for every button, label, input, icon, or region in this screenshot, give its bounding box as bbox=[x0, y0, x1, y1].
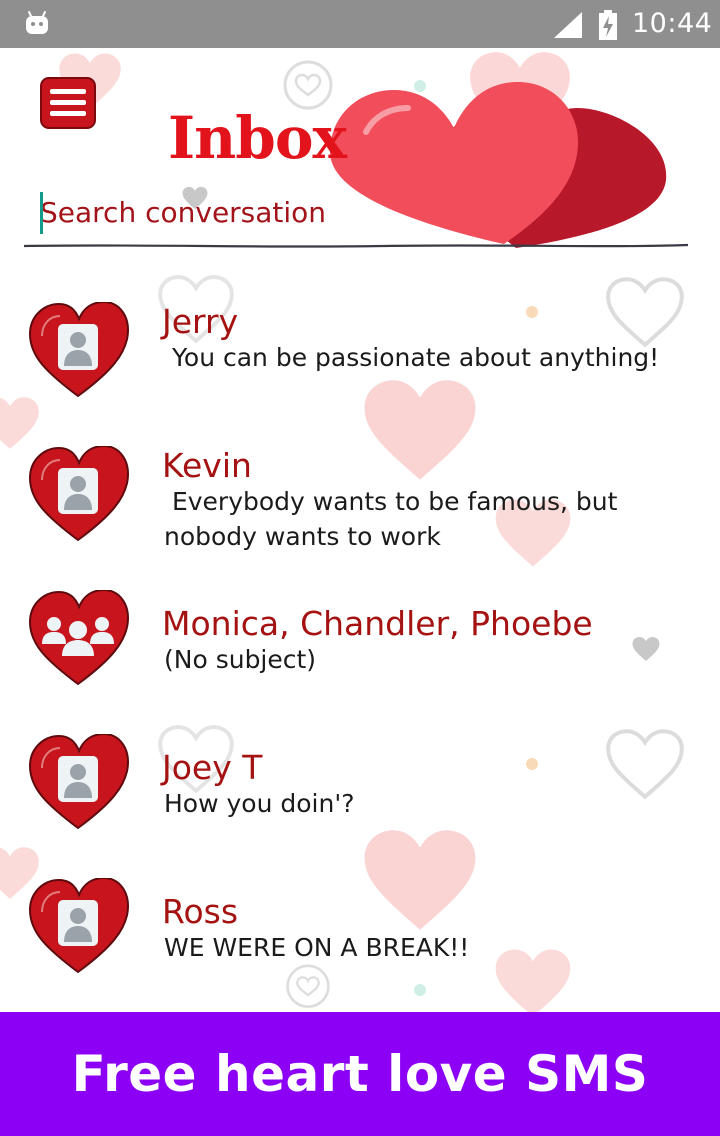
conversation-name: Jerry bbox=[162, 302, 239, 341]
conversation-name: Kevin bbox=[162, 446, 252, 485]
android-notification-icon bbox=[26, 10, 48, 34]
menu-button[interactable] bbox=[40, 77, 96, 129]
banner-text: Free heart love SMS bbox=[71, 1045, 649, 1103]
conversation-preview: You can be passionate about anything! bbox=[164, 343, 660, 372]
conversation-item-ross[interactable]: Ross WE WERE ON A BREAK!! bbox=[0, 878, 720, 1018]
conversation-preview: How you doin'? bbox=[164, 789, 355, 818]
heart-avatar-group-icon bbox=[28, 590, 130, 686]
heart-avatar-single-person-icon bbox=[28, 302, 130, 398]
search-input[interactable] bbox=[40, 190, 340, 234]
conversation-name: Ross bbox=[162, 892, 239, 931]
text-cursor bbox=[40, 192, 43, 234]
page-title: Inbox bbox=[168, 104, 347, 172]
heart-avatar-single-person-icon bbox=[28, 878, 130, 974]
signal-icon bbox=[554, 12, 582, 38]
conversation-preview: WE WERE ON A BREAK!! bbox=[164, 933, 470, 962]
status-bar: 10:44 bbox=[0, 0, 720, 48]
battery-charging-icon bbox=[599, 10, 617, 40]
heart-avatar-single-person-icon bbox=[28, 446, 130, 542]
conversation-item-kevin[interactable]: Kevin Everybody wants to be famous, but … bbox=[0, 446, 720, 586]
conversation-preview: (No subject) bbox=[164, 645, 317, 674]
heart-avatar-single-person-icon bbox=[28, 734, 130, 830]
hamburger-menu-icon bbox=[40, 77, 96, 129]
conversation-preview: Everybody wants to be famous, but nobody… bbox=[164, 487, 626, 551]
double-heart-illustration bbox=[330, 82, 667, 248]
conversation-name: Joey T bbox=[162, 748, 263, 787]
conversation-item-jerry[interactable]: Jerry You can be passionate about anythi… bbox=[0, 302, 720, 442]
conversation-item-joey-t[interactable]: Joey T How you doin'? bbox=[0, 734, 720, 874]
promo-banner: Free heart love SMS bbox=[0, 1012, 720, 1136]
conversation-item-monica-chandler-phoebe[interactable]: Monica, Chandler, Phoebe (No subject) bbox=[0, 590, 720, 730]
conversation-name: Monica, Chandler, Phoebe bbox=[162, 604, 593, 643]
clock: 10:44 bbox=[632, 8, 713, 39]
search-underline bbox=[24, 243, 688, 248]
